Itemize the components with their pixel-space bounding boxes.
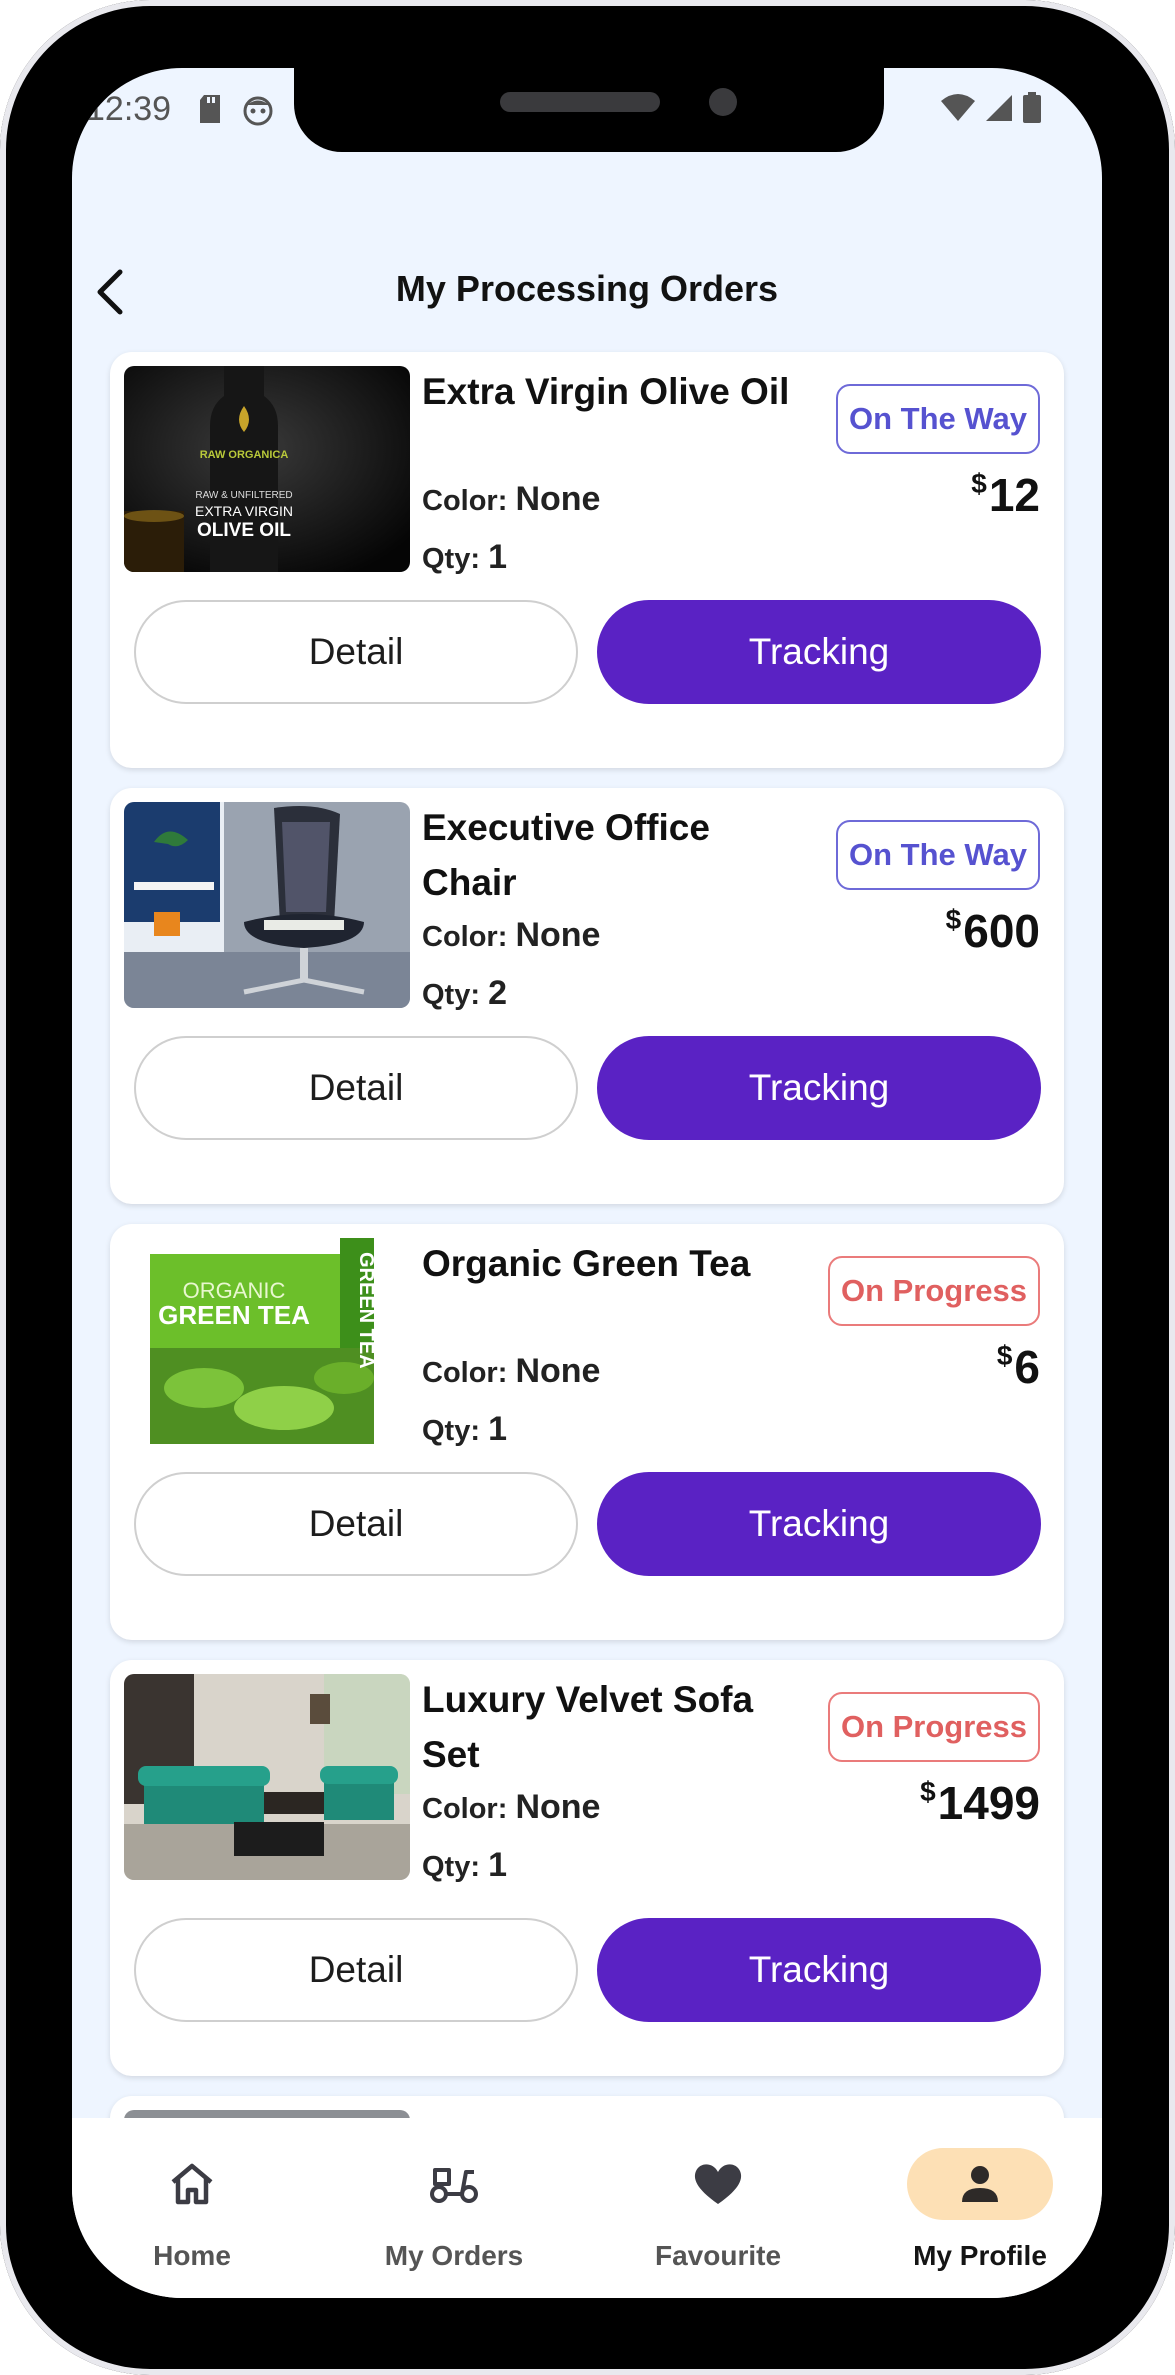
color-row: Color: None (422, 480, 600, 519)
product-image: ORGANIC GREEN TEA GREEN TEA (124, 1238, 410, 1444)
price-value: 600 (963, 905, 1040, 957)
currency-symbol: $ (971, 468, 987, 499)
svg-text:GREEN TEA: GREEN TEA (355, 1252, 377, 1369)
currency-symbol: $ (945, 904, 962, 935)
tracking-button[interactable]: Tracking (597, 1472, 1041, 1576)
price: $12 (971, 468, 1040, 522)
wifi-icon (940, 93, 976, 128)
nav-label: My Orders (384, 2240, 524, 2271)
detail-button[interactable]: Detail (134, 1918, 578, 2022)
page-title: My Processing Orders (395, 268, 779, 309)
cellular-signal-icon (984, 93, 1014, 128)
color-row: Color: None (422, 916, 600, 955)
nav-label: My Profile (913, 2240, 1047, 2271)
android-face-icon (242, 94, 274, 131)
price: $1499 (920, 1776, 1040, 1830)
heart-icon (645, 2148, 791, 2220)
front-camera (709, 88, 737, 116)
svg-text:GREEN TEA: GREEN TEA (158, 1300, 310, 1330)
qty-label: Qty: (422, 979, 480, 1011)
nav-my-orders[interactable]: My Orders (354, 2128, 554, 2298)
home-icon (119, 2148, 265, 2220)
product-name: Executive Office Chair (422, 807, 710, 903)
camera-notch (294, 68, 884, 152)
price: $600 (946, 904, 1040, 958)
qty-row: Qty: 1 (422, 1410, 507, 1449)
scooter-icon (381, 2148, 527, 2220)
bottom-nav: Home My Orders Favourite My Profile (72, 2118, 1102, 2298)
product-image: RAW ORGANICA RAW & UNFILTERED EXTRA VIRG… (124, 366, 410, 572)
qty-row: Qty: 1 (422, 538, 507, 577)
currency-symbol: $ (996, 1340, 1013, 1371)
price-value: 12 (988, 469, 1040, 521)
app-screen: 12:39 My Processing Orders RAW ORGANICA … (72, 68, 1102, 2298)
product-name: Organic Green Tea (422, 1243, 751, 1284)
page-header: My Processing Orders (72, 248, 1102, 328)
status-badge: On Progress (828, 1256, 1040, 1326)
nav-favourite[interactable]: Favourite (618, 2128, 818, 2298)
color-row: Color: None (422, 1788, 600, 1827)
color-value: None (515, 1352, 601, 1390)
status-badge: On Progress (828, 1692, 1040, 1762)
tracking-button[interactable]: Tracking (597, 1036, 1041, 1140)
color-label: Color: (422, 1793, 508, 1825)
nav-label: Favourite (654, 2240, 782, 2271)
qty-value: 2 (488, 974, 507, 1012)
order-card: Luxury Velvet Sofa Set On Progress Color… (110, 1660, 1064, 2076)
status-badge: On The Way (836, 820, 1040, 890)
product-name: Extra Virgin Olive Oil (422, 371, 790, 412)
qty-label: Qty: (422, 1851, 480, 1883)
product-name: Luxury Velvet Sofa Set (422, 1679, 754, 1775)
detail-button[interactable]: Detail (134, 1036, 578, 1140)
price-value: 1499 (937, 1777, 1040, 1829)
svg-text:EXTRA VIRGIN: EXTRA VIRGIN (195, 503, 293, 519)
tracking-button[interactable]: Tracking (597, 1918, 1041, 2022)
order-card: RAW ORGANICA RAW & UNFILTERED EXTRA VIRG… (110, 352, 1064, 768)
speaker-grille (500, 92, 660, 112)
currency-symbol: $ (920, 1776, 936, 1807)
color-value: None (515, 916, 601, 954)
sd-card-icon (198, 94, 222, 129)
status-time: 12:39 (86, 90, 172, 128)
detail-button[interactable]: Detail (134, 600, 578, 704)
color-value: None (515, 1788, 601, 1826)
price: $6 (997, 1340, 1040, 1394)
color-value: None (515, 480, 601, 518)
order-card: Executive Office Chair On The Way Color:… (110, 788, 1064, 1204)
product-image (124, 802, 410, 1008)
nav-label: Home (153, 2240, 231, 2271)
color-label: Color: (422, 485, 508, 517)
qty-label: Qty: (422, 543, 480, 575)
nav-home[interactable]: Home (92, 2128, 292, 2298)
qty-label: Qty: (422, 1415, 480, 1447)
qty-value: 1 (488, 1846, 507, 1884)
nav-my-profile[interactable]: My Profile (880, 2128, 1080, 2298)
qty-value: 1 (488, 1410, 507, 1448)
price-value: 6 (1014, 1341, 1040, 1393)
person-icon (907, 2148, 1053, 2220)
color-row: Color: None (422, 1352, 600, 1391)
svg-text:RAW ORGANICA: RAW ORGANICA (200, 449, 289, 461)
status-badge: On The Way (836, 384, 1040, 454)
tracking-button[interactable]: Tracking (597, 600, 1041, 704)
detail-button[interactable]: Detail (134, 1472, 578, 1576)
color-label: Color: (422, 1357, 508, 1389)
battery-icon (1022, 92, 1042, 129)
color-label: Color: (422, 921, 508, 953)
order-card: ORGANIC GREEN TEA GREEN TEA Organic Gree… (110, 1224, 1064, 1640)
svg-text:OLIVE OIL: OLIVE OIL (197, 520, 291, 541)
product-image (124, 1674, 410, 1880)
qty-row: Qty: 2 (422, 974, 507, 1013)
qty-value: 1 (488, 538, 507, 576)
svg-text:RAW & UNFILTERED: RAW & UNFILTERED (195, 490, 292, 501)
qty-row: Qty: 1 (422, 1846, 507, 1885)
